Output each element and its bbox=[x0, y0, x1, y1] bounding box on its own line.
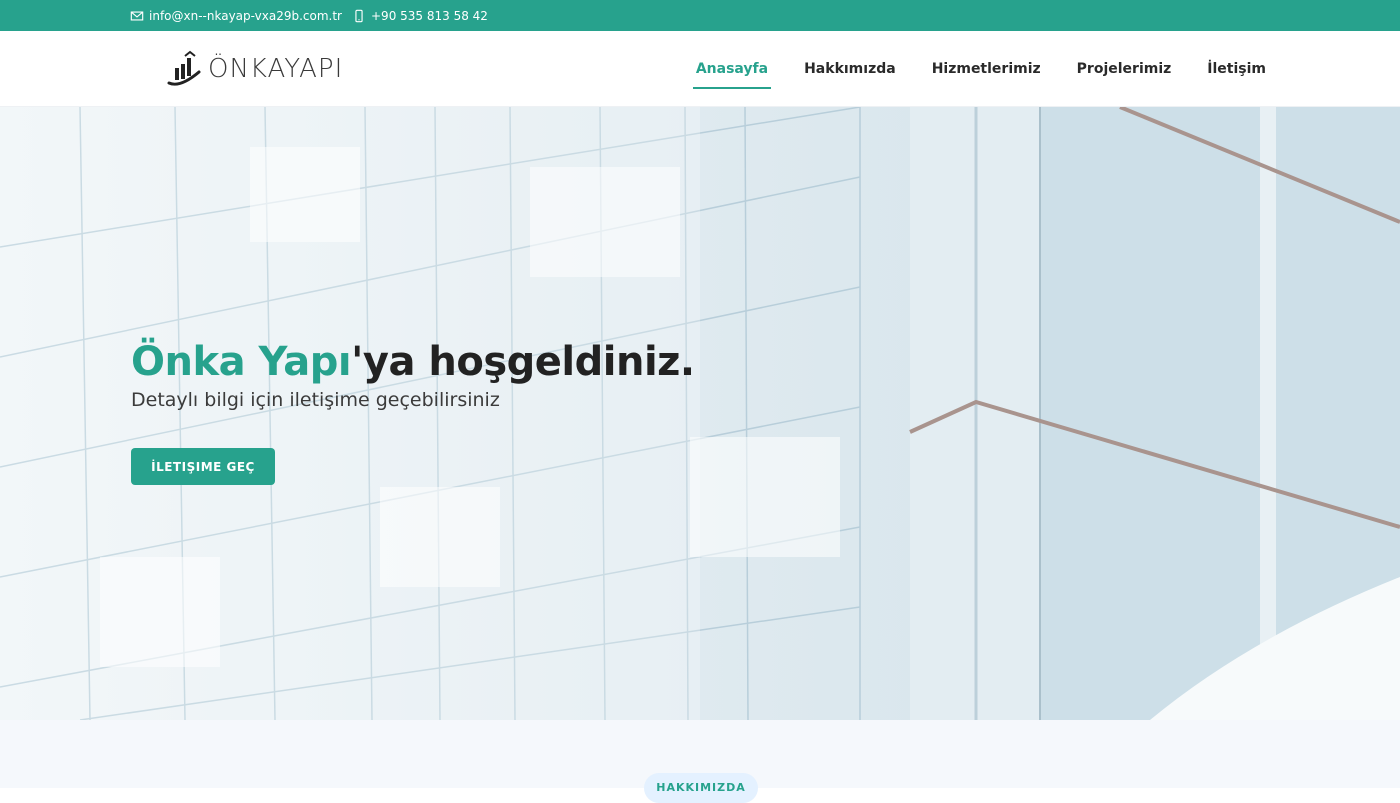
site-logo[interactable]: ÖNKAYAPI bbox=[166, 49, 343, 89]
hero-subtitle: Detaylı bilgi için iletişime geçebilirsi… bbox=[131, 389, 500, 411]
hero-background-image bbox=[0, 107, 1400, 720]
email-text[interactable]: info@xn--nkayap-vxa29b.com.tr bbox=[149, 9, 342, 23]
nav-item-anasayfa[interactable]: Anasayfa bbox=[692, 55, 772, 89]
about-section: HAKKIMIZDA bbox=[0, 720, 1400, 803]
hero-content: Önka Yapı'ya hoşgeldiniz. Detaylı bilgi … bbox=[131, 339, 695, 485]
contact-email[interactable]: info@xn--nkayap-vxa29b.com.tr bbox=[130, 0, 342, 31]
section-tag-hakkimizda: HAKKIMIZDA bbox=[644, 773, 758, 803]
hero-title-rest: 'ya hoşgeldiniz. bbox=[351, 339, 695, 385]
building-logo-icon bbox=[167, 50, 201, 86]
nav-item-iletisim[interactable]: İletişim bbox=[1204, 55, 1269, 83]
site-header: ÖNKAYAPI Anasayfa Hakkımızda Hizmetlerim… bbox=[0, 31, 1400, 107]
contact-phone[interactable]: +90 535 813 58 42 bbox=[352, 0, 488, 31]
main-nav: Anasayfa Hakkımızda Hizmetlerimiz Projel… bbox=[692, 31, 1269, 107]
hero-section: Önka Yapı'ya hoşgeldiniz. Detaylı bilgi … bbox=[0, 107, 1400, 720]
envelope-icon bbox=[130, 10, 144, 21]
contact-cta-button[interactable]: İLETIŞIME GEÇ bbox=[131, 448, 275, 485]
top-bar: info@xn--nkayap-vxa29b.com.tr +90 535 81… bbox=[0, 0, 1400, 31]
logo-text: ÖNKAYAPI bbox=[208, 54, 344, 84]
nav-item-hizmetlerimiz[interactable]: Hizmetlerimiz bbox=[929, 55, 1044, 83]
hero-title: Önka Yapı'ya hoşgeldiniz. bbox=[131, 339, 695, 385]
phone-text[interactable]: +90 535 813 58 42 bbox=[371, 9, 488, 23]
hero-title-accent: Önka Yapı bbox=[131, 339, 352, 385]
nav-item-hakkimizda[interactable]: Hakkımızda bbox=[801, 55, 899, 83]
mobile-phone-icon bbox=[355, 9, 363, 22]
nav-item-projelerimiz[interactable]: Projelerimiz bbox=[1074, 55, 1175, 83]
